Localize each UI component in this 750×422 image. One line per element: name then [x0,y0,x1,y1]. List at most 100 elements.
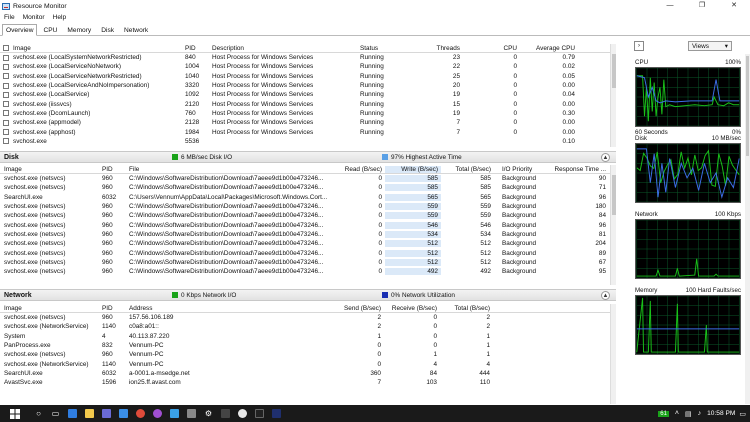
row-checkbox[interactable] [3,129,9,136]
table-row[interactable]: SearchUI.exe 6032 a-0001.a-msedge.net 360 84… [0,369,616,378]
table-row[interactable]: svchost.exe (NetworkService) 1140 Vennum-P… [0,359,616,368]
tray-badge[interactable]: 61 [658,410,669,417]
file-explorer-icon[interactable] [83,407,97,421]
start-button[interactable] [8,407,22,421]
table-row[interactable]: PanProcess.exe 832 Vennum-PC 0 0 1 [0,341,616,350]
row-checkbox[interactable] [3,73,9,80]
resource-monitor-taskbar-icon[interactable] [236,407,250,421]
row-checkbox[interactable] [3,63,9,70]
table-row[interactable]: svchost.exe (netsvcs) 960 C:\Windows\Softw… [0,183,616,192]
table-row[interactable]: svchost.exe (apphost) 1984 Host Process fo… [0,127,616,136]
col-send[interactable]: Send (B/sec) [257,305,384,312]
app-gray-icon[interactable] [185,407,199,421]
table-row[interactable]: AvastSvc.exe 1596 ion25.ff.avast.com 7 103 11… [0,378,616,387]
task-view-icon[interactable]: ▭ [49,407,63,421]
col-pid[interactable]: PID [100,305,127,312]
menu-monitor[interactable]: Monitor [23,14,45,21]
scrollbar-thumb[interactable] [612,54,616,88]
col-read[interactable]: Read (B/sec) [331,166,385,173]
table-row[interactable]: svchost.exe (LocalService) 1092 Host Proce… [0,90,616,99]
col-pid[interactable]: PID [100,166,127,173]
tab-overview[interactable]: Overview [2,24,38,36]
table-row[interactable]: svchost.exe (netsvcs) 960 C:\Windows\Softw… [0,174,616,183]
network-section-header[interactable]: Network 0 Kbps Network I/O 0% Network Ut… [0,289,616,301]
tab-memory[interactable]: Memory [63,24,95,36]
col-response-time[interactable]: Response Time ... [540,166,609,173]
clock[interactable]: 10:58 PM [707,410,735,417]
table-row[interactable]: svchost.exe (netsvcs) 960 C:\Windows\Softw… [0,248,616,257]
table-row[interactable]: svchost.exe (DcomLaunch) 760 Host Process … [0,109,616,118]
col-receive[interactable]: Receive (B/sec) [384,305,440,312]
views-dropdown[interactable]: Views ▾ [688,41,732,51]
col-io-priority[interactable]: I/O Priority [494,166,540,173]
expand-pane-icon[interactable]: › [634,41,644,51]
edge-icon[interactable] [66,407,80,421]
settings-icon[interactable]: ⚙ [202,407,216,421]
table-row[interactable]: svchost.exe (netsvcs) 960 C:\Windows\Softw… [0,202,616,211]
scrollbar-thumb[interactable] [612,175,616,215]
col-total[interactable]: Total (B/sec) [440,305,493,312]
table-row[interactable]: svchost.exe (appmodel) 2128 Host Process f… [0,118,616,127]
row-checkbox[interactable] [3,91,9,98]
table-row[interactable]: svchost.exe (LocalServiceAndNoImpersonat… [0,81,616,90]
table-row[interactable]: svchost.exe (netsvcs) 960 Vennum-PC 0 1 1 [0,350,616,359]
col-average-cpu[interactable]: Average CPU [520,45,578,52]
tab-network[interactable]: Network [120,24,152,36]
disk-section-header[interactable]: Disk 6 MB/sec Disk I/O 97% Highest Activ… [0,151,616,163]
col-image[interactable]: Image [0,166,100,173]
row-checkbox[interactable] [3,82,9,89]
collapse-network-icon[interactable]: ▲ [601,291,610,300]
row-checkbox[interactable] [3,119,9,126]
col-total[interactable]: Total (B/sec) [441,166,494,173]
table-row[interactable]: svchost.exe (netsvcs) 960 157.56.106.189 2 0… [0,313,616,322]
row-checkbox[interactable] [3,54,9,61]
col-file[interactable]: File [127,166,331,173]
app-blue-icon[interactable] [168,407,182,421]
disk-table-scrollbar[interactable] [610,165,616,285]
table-row[interactable]: svchost.exe (netsvcs) 960 C:\Windows\Softw… [0,220,616,229]
maximize-button[interactable]: ❐ [686,0,718,12]
menu-file[interactable]: File [4,14,15,21]
col-address[interactable]: Address [127,305,257,312]
table-row[interactable]: svchost.exe (LocalServiceNetworkRestrict… [0,72,616,81]
graph-pane-scrollbar[interactable] [745,54,750,404]
photoshop-icon[interactable] [270,407,284,421]
col-pid[interactable]: PID [183,45,210,52]
col-image[interactable]: Image [11,45,183,52]
app-dark-icon[interactable] [219,407,233,421]
table-row[interactable]: svchost.exe 5536 0.10 [0,137,616,146]
store-icon[interactable] [100,407,114,421]
table-row[interactable]: svchost.exe (netsvcs) 960 C:\Windows\Softw… [0,239,616,248]
table-row[interactable]: svchost.exe (netsvcs) 960 C:\Windows\Softw… [0,267,616,276]
cpu-table-scrollbar[interactable] [610,44,616,147]
notifications-icon[interactable]: ▭ [739,410,746,418]
network-tray-icon[interactable]: ▤ [685,410,692,418]
table-row[interactable]: System 4 40.113.87.220 1 0 1 [0,332,616,341]
show-hidden-icons-icon[interactable]: ˄ [675,410,679,417]
col-cpu[interactable]: CPU [463,45,520,52]
app-black-icon[interactable] [253,407,267,421]
network-table-scrollbar[interactable] [610,304,616,404]
table-row[interactable]: svchost.exe (netsvcs) 960 C:\Windows\Softw… [0,230,616,239]
collapse-disk-icon[interactable]: ▲ [601,153,610,162]
table-row[interactable]: SearchUI.exe 6032 C:\Users\Vennum\AppData\… [0,193,616,202]
table-row[interactable]: svchost.exe (LocalServiceNoNetwork) 1004 H… [0,62,616,71]
col-image[interactable]: Image [0,305,100,312]
col-status[interactable]: Status [358,45,433,52]
row-checkbox[interactable] [3,138,9,145]
table-row[interactable]: svchost.exe (netsvcs) 960 C:\Windows\Softw… [0,211,616,220]
tab-cpu[interactable]: CPU [39,24,61,36]
minimize-button[interactable]: — [654,0,686,12]
search-icon[interactable]: ○ [32,407,46,421]
col-threads[interactable]: Threads [433,45,463,52]
select-all-checkbox[interactable] [3,45,9,51]
chrome-icon[interactable] [134,407,148,421]
table-row[interactable]: svchost.exe (netsvcs) 960 C:\Windows\Softw… [0,258,616,267]
volume-icon[interactable]: ♪ [698,410,702,417]
table-row[interactable]: svchost.exe (NetworkService) 1140 c0a8:a01… [0,322,616,331]
mail-icon[interactable] [117,407,131,421]
app-purple-icon[interactable] [151,407,165,421]
tab-disk[interactable]: Disk [97,24,118,36]
table-row[interactable]: svchost.exe (iissvcs) 2120 Host Process fo… [0,99,616,108]
row-checkbox[interactable] [3,101,9,108]
